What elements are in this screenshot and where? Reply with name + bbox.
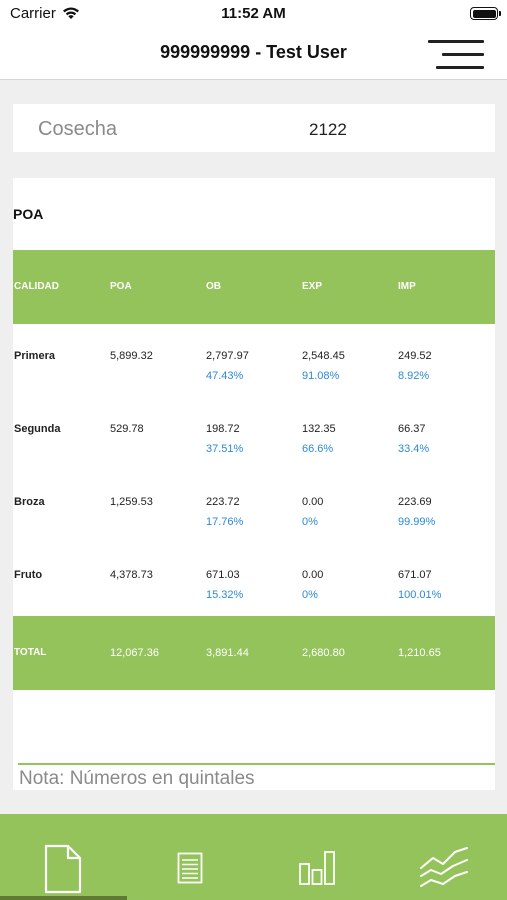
row-exp: 0.00 bbox=[302, 569, 324, 581]
selected-tab-indicator bbox=[0, 896, 127, 900]
row-ob-percent: 17.76% bbox=[206, 516, 244, 528]
row-ob: 2,797.97 bbox=[206, 350, 249, 362]
row-exp-percent: 0% bbox=[302, 516, 318, 528]
row-ob: 671.03 bbox=[206, 569, 240, 581]
header-calidad: CALIDAD bbox=[14, 281, 59, 292]
row-exp: 0.00 bbox=[302, 496, 324, 508]
row-calidad: Broza bbox=[14, 496, 45, 508]
hamburger-menu-icon[interactable] bbox=[426, 34, 484, 70]
table-header: CALIDAD POA OB EXP IMP bbox=[13, 250, 495, 324]
trend-lines-icon bbox=[420, 847, 468, 887]
cosecha-selector[interactable]: Cosecha 2122 bbox=[13, 104, 495, 152]
row-imp: 671.07 bbox=[398, 569, 432, 581]
row-calidad: Segunda bbox=[14, 423, 61, 435]
clock: 11:52 AM bbox=[221, 5, 286, 22]
cosecha-label: Cosecha bbox=[38, 118, 117, 140]
row-ob: 198.72 bbox=[206, 423, 240, 435]
row-ob-percent: 15.32% bbox=[206, 589, 244, 601]
battery-icon bbox=[470, 7, 501, 20]
row-poa: 5,899.32 bbox=[110, 350, 153, 362]
total-exp: 2,680.80 bbox=[302, 647, 345, 659]
total-poa: 12,067.36 bbox=[110, 647, 159, 659]
table-row: Segunda 529.78 198.72 37.51% 132.35 66.6… bbox=[13, 397, 495, 470]
row-poa: 4,378.73 bbox=[110, 569, 153, 581]
poa-card: POA CALIDAD POA OB EXP IMP Primera 5,899… bbox=[13, 178, 495, 790]
tab-bar bbox=[0, 814, 507, 900]
cosecha-value: 2122 bbox=[309, 120, 347, 139]
note-divider bbox=[18, 763, 495, 765]
tab-list[interactable] bbox=[127, 814, 253, 900]
document-icon bbox=[44, 844, 82, 894]
header-poa: POA bbox=[110, 281, 132, 292]
note-text: Nota: Números en quintales bbox=[19, 768, 255, 789]
bar-chart-icon bbox=[299, 851, 335, 885]
row-imp-percent: 99.99% bbox=[398, 516, 436, 528]
table-row: Broza 1,259.53 223.72 17.76% 0.00 0% 223… bbox=[13, 470, 495, 543]
row-imp-percent: 8.92% bbox=[398, 370, 430, 382]
row-imp: 249.52 bbox=[398, 350, 432, 362]
header-imp: IMP bbox=[398, 281, 416, 292]
row-imp: 66.37 bbox=[398, 423, 426, 435]
row-poa: 529.78 bbox=[110, 423, 144, 435]
row-exp: 2,548.45 bbox=[302, 350, 345, 362]
status-bar: Carrier 11:52 AM bbox=[0, 0, 507, 28]
row-calidad: Primera bbox=[14, 350, 55, 362]
row-ob-percent: 37.51% bbox=[206, 443, 244, 455]
total-imp: 1,210.65 bbox=[398, 647, 441, 659]
table-row: Primera 5,899.32 2,797.97 47.43% 2,548.4… bbox=[13, 324, 495, 397]
row-exp: 132.35 bbox=[302, 423, 336, 435]
row-exp-percent: 66.6% bbox=[302, 443, 334, 455]
list-icon bbox=[177, 852, 203, 884]
total-ob: 3,891.44 bbox=[206, 647, 249, 659]
row-exp-percent: 0% bbox=[302, 589, 318, 601]
nav-bar: 999999999 - Test User bbox=[0, 28, 507, 80]
total-row: TOTAL 12,067.36 3,891.44 2,680.80 1,210.… bbox=[13, 616, 495, 690]
header-exp: EXP bbox=[302, 281, 323, 292]
row-imp-percent: 33.4% bbox=[398, 443, 430, 455]
row-ob: 223.72 bbox=[206, 496, 240, 508]
tab-trends[interactable] bbox=[381, 814, 507, 900]
row-imp: 223.69 bbox=[398, 496, 432, 508]
row-ob-percent: 47.43% bbox=[206, 370, 244, 382]
header-ob: OB bbox=[206, 281, 221, 292]
row-poa: 1,259.53 bbox=[110, 496, 153, 508]
tab-bar-chart[interactable] bbox=[254, 814, 380, 900]
table-row: Fruto 4,378.73 671.03 15.32% 0.00 0% 671… bbox=[13, 543, 495, 616]
tab-document[interactable] bbox=[0, 814, 126, 900]
row-calidad: Fruto bbox=[14, 569, 43, 581]
total-label: TOTAL bbox=[14, 647, 47, 658]
row-imp-percent: 100.01% bbox=[398, 589, 442, 601]
row-exp-percent: 91.08% bbox=[302, 370, 340, 382]
poa-title: POA bbox=[13, 206, 44, 222]
